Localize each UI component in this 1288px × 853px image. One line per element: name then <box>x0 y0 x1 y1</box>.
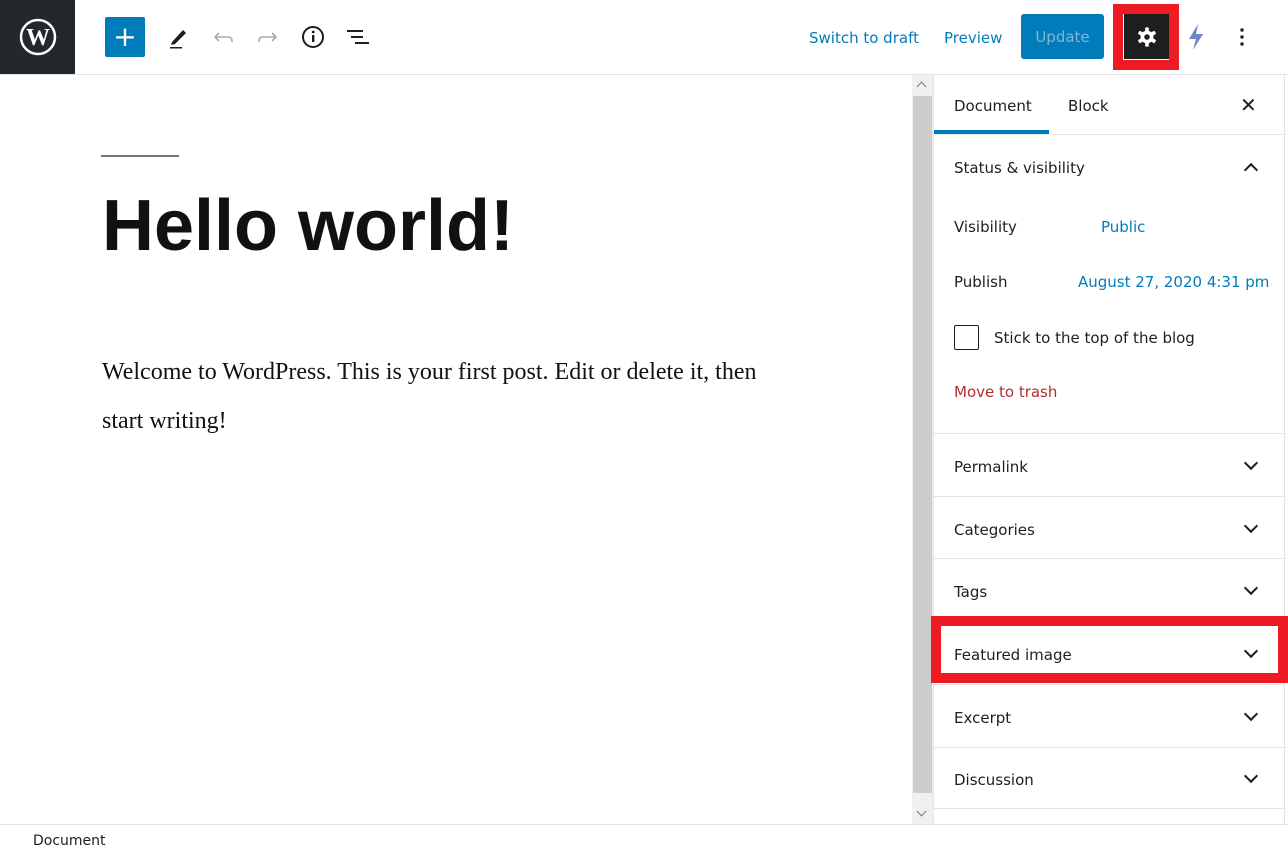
panel-title[interactable]: Status & visibility <box>954 159 1085 177</box>
tags-panel[interactable]: Tags <box>934 558 1284 621</box>
discussion-panel[interactable]: Discussion <box>934 747 1284 809</box>
panel-title: Categories <box>954 521 1035 539</box>
panel-title: Permalink <box>954 458 1028 476</box>
visibility-label: Visibility <box>954 218 1017 236</box>
chevron-down-icon <box>1243 580 1259 596</box>
chevron-down-icon <box>1243 706 1259 722</box>
scroll-down-icon[interactable] <box>916 806 927 817</box>
excerpt-panel[interactable]: Excerpt <box>934 684 1284 747</box>
plus-icon: + <box>113 20 137 53</box>
tab-block[interactable]: Block <box>1068 97 1109 115</box>
publish-date[interactable]: August 27, 2020 4:31 pm <box>1078 273 1269 291</box>
scrollbar-thumb[interactable] <box>913 96 932 793</box>
footer-bar: Document <box>0 824 1288 853</box>
sticky-label[interactable]: Stick to the top of the blog <box>994 329 1195 347</box>
lightning-icon <box>1189 24 1203 50</box>
chevron-up-icon[interactable] <box>1243 162 1259 178</box>
redo-icon <box>258 32 278 42</box>
add-block-button[interactable]: + <box>105 17 145 57</box>
permalink-panel[interactable]: Permalink <box>934 433 1284 496</box>
undo-icon <box>213 32 233 42</box>
panel-title: Tags <box>954 583 988 601</box>
top-toolbar: W + Switch to draft Preview Update <box>0 0 1288 75</box>
panel-title: Excerpt <box>954 709 1012 727</box>
gear-icon <box>1137 26 1156 47</box>
publish-label: Publish <box>954 273 1008 291</box>
highlight-box <box>931 616 1288 683</box>
redo-button[interactable] <box>248 17 288 57</box>
tools-button[interactable] <box>158 17 198 57</box>
chevron-down-icon <box>1243 518 1259 534</box>
update-button[interactable]: Update <box>1021 14 1104 59</box>
more-options-button[interactable] <box>1222 17 1262 57</box>
switch-to-draft-button[interactable]: Switch to draft <box>809 29 919 47</box>
preview-button[interactable]: Preview <box>944 29 1002 47</box>
details-button[interactable] <box>293 17 333 57</box>
sticky-checkbox[interactable] <box>954 325 979 350</box>
undo-button[interactable] <box>203 17 243 57</box>
close-icon[interactable]: ✕ <box>1240 93 1257 117</box>
list-view-icon <box>347 30 369 44</box>
chevron-down-icon <box>1243 455 1259 471</box>
list-view-button[interactable] <box>338 17 378 57</box>
settings-sidebar: Document Block ✕ Status & visibility Vis… <box>933 75 1285 824</box>
paragraph-block[interactable]: Welcome to WordPress. This is your first… <box>102 348 802 446</box>
status-visibility-panel: Status & visibility Visibility Public Pu… <box>934 134 1284 434</box>
visibility-value[interactable]: Public <box>1101 218 1145 236</box>
categories-panel[interactable]: Categories <box>934 496 1284 558</box>
jetpack-button[interactable] <box>1176 17 1216 57</box>
panel-title: Discussion <box>954 771 1034 789</box>
title-separator <box>101 155 179 157</box>
settings-button[interactable] <box>1124 14 1169 59</box>
breadcrumb[interactable]: Document <box>33 833 106 849</box>
post-title[interactable]: Hello world! <box>102 185 514 267</box>
svg-text:W: W <box>26 25 50 51</box>
wordpress-logo[interactable]: W <box>0 0 75 74</box>
pencil-icon <box>170 30 186 49</box>
scroll-up-icon[interactable] <box>916 81 927 92</box>
chevron-down-icon <box>1243 768 1259 784</box>
info-icon <box>302 26 324 48</box>
move-to-trash-button[interactable]: Move to trash <box>954 383 1057 401</box>
more-vertical-icon <box>1240 28 1244 46</box>
tab-document[interactable]: Document <box>954 97 1032 115</box>
